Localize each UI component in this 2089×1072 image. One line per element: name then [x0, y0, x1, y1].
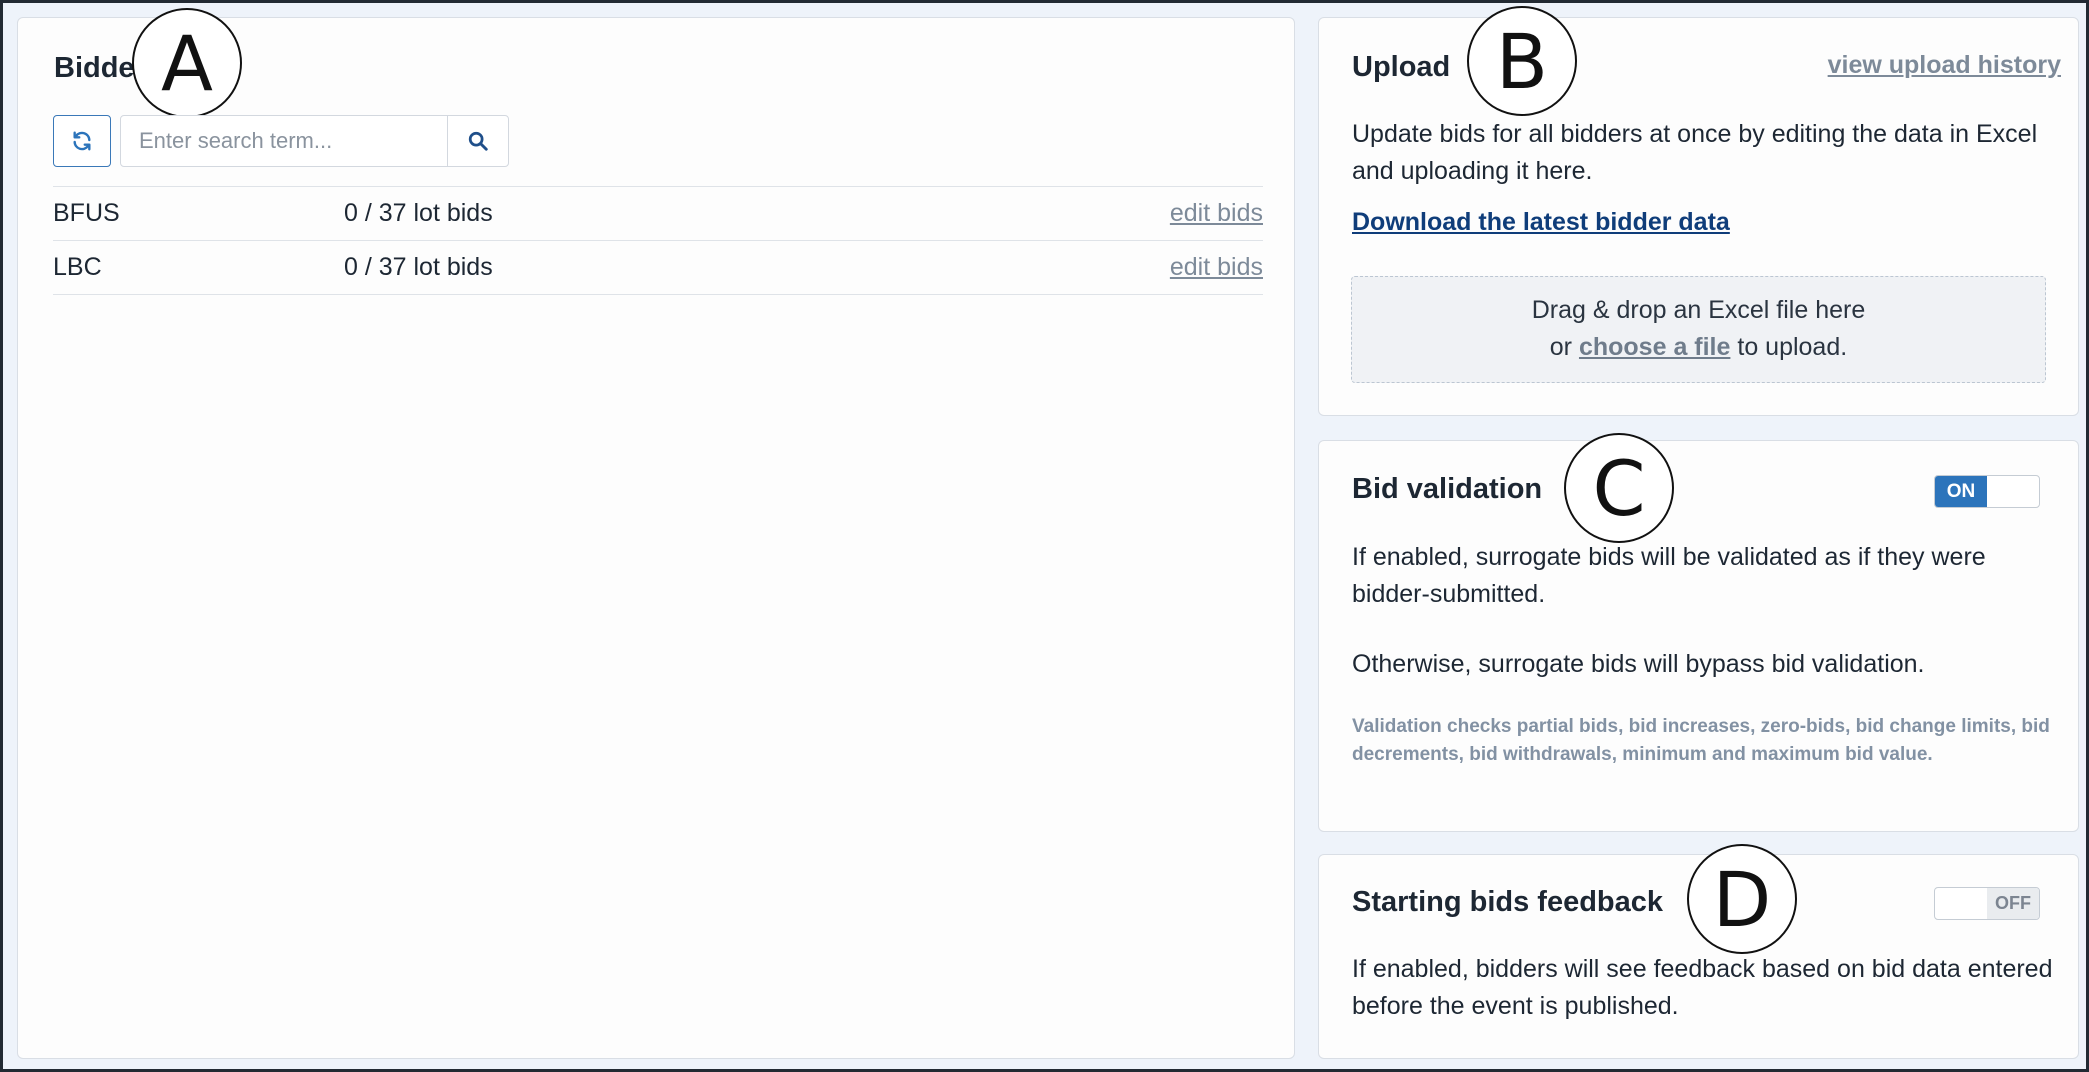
- search-button[interactable]: [447, 116, 508, 166]
- bidder-name: BFUS: [53, 199, 120, 227]
- starting-bids-feedback-title: Starting bids feedback: [1352, 886, 1664, 918]
- dropzone-suffix: to upload.: [1737, 333, 1848, 361]
- app-frame: Bidders A BFUS 0 / 37 lot bids edit bids: [0, 0, 2089, 1072]
- toggle-on-label: ON: [1935, 476, 1987, 507]
- edit-bids-link[interactable]: edit bids: [1170, 199, 1263, 228]
- starting-bids-feedback-panel: Starting bids feedback D OFF If enabled,…: [1318, 844, 2079, 1059]
- dropzone-prefix: or: [1549, 333, 1573, 361]
- validation-note: Validation checks partial bids, bid incr…: [1352, 716, 2050, 765]
- bidder-lot-bids: 0 / 37 lot bids: [344, 199, 493, 227]
- dropzone-line1: Drag & drop an Excel file here: [1531, 296, 1866, 324]
- refresh-button[interactable]: [53, 115, 111, 167]
- table-row: LBC 0 / 37 lot bids edit bids: [53, 240, 1263, 295]
- bidder-lot-bids: 0 / 37 lot bids: [344, 253, 493, 281]
- search-icon: [468, 131, 488, 151]
- dropzone-line2: or choose a file to upload.: [1352, 329, 2045, 366]
- callout-c: C: [1564, 433, 1674, 543]
- upload-panel: Upload B view upload history Update bids…: [1318, 6, 2079, 416]
- bid-validation-panel: Bid validation C ON If enabled, surrogat…: [1318, 433, 2079, 832]
- validation-paragraph-1: If enabled, surrogate bids will be valid…: [1352, 543, 1986, 608]
- search-box: [120, 115, 509, 167]
- refresh-icon: [73, 131, 91, 151]
- choose-file-link[interactable]: choose a file: [1579, 333, 1730, 361]
- download-bidder-data-link[interactable]: Download the latest bidder data: [1352, 208, 1730, 237]
- callout-a: A: [132, 8, 242, 118]
- upload-description: Update bids for all bidders at once by e…: [1352, 120, 2038, 185]
- validation-paragraph-2: Otherwise, surrogate bids will bypass bi…: [1352, 650, 1925, 678]
- feedback-paragraph: If enabled, bidders will see feedback ba…: [1352, 955, 2053, 1020]
- bid-validation-toggle[interactable]: ON: [1934, 475, 2040, 508]
- upload-title: Upload: [1352, 51, 1451, 83]
- callout-b: B: [1467, 6, 1577, 116]
- search-input[interactable]: [121, 116, 447, 166]
- view-upload-history-link[interactable]: view upload history: [1828, 51, 2061, 80]
- bidders-panel: Bidders A BFUS 0 / 37 lot bids edit bids: [17, 8, 1295, 1059]
- bidder-list: BFUS 0 / 37 lot bids edit bids LBC 0 / 3…: [53, 186, 1263, 295]
- bidder-name: LBC: [53, 253, 102, 281]
- toggle-off-label: OFF: [1987, 888, 2039, 919]
- callout-d: D: [1687, 844, 1797, 954]
- starting-bids-feedback-toggle[interactable]: OFF: [1934, 887, 2040, 920]
- table-row: BFUS 0 / 37 lot bids edit bids: [53, 186, 1263, 240]
- file-dropzone[interactable]: Drag & drop an Excel file here or choose…: [1351, 276, 2046, 383]
- edit-bids-link[interactable]: edit bids: [1170, 253, 1263, 282]
- bid-validation-title: Bid validation: [1352, 473, 1543, 505]
